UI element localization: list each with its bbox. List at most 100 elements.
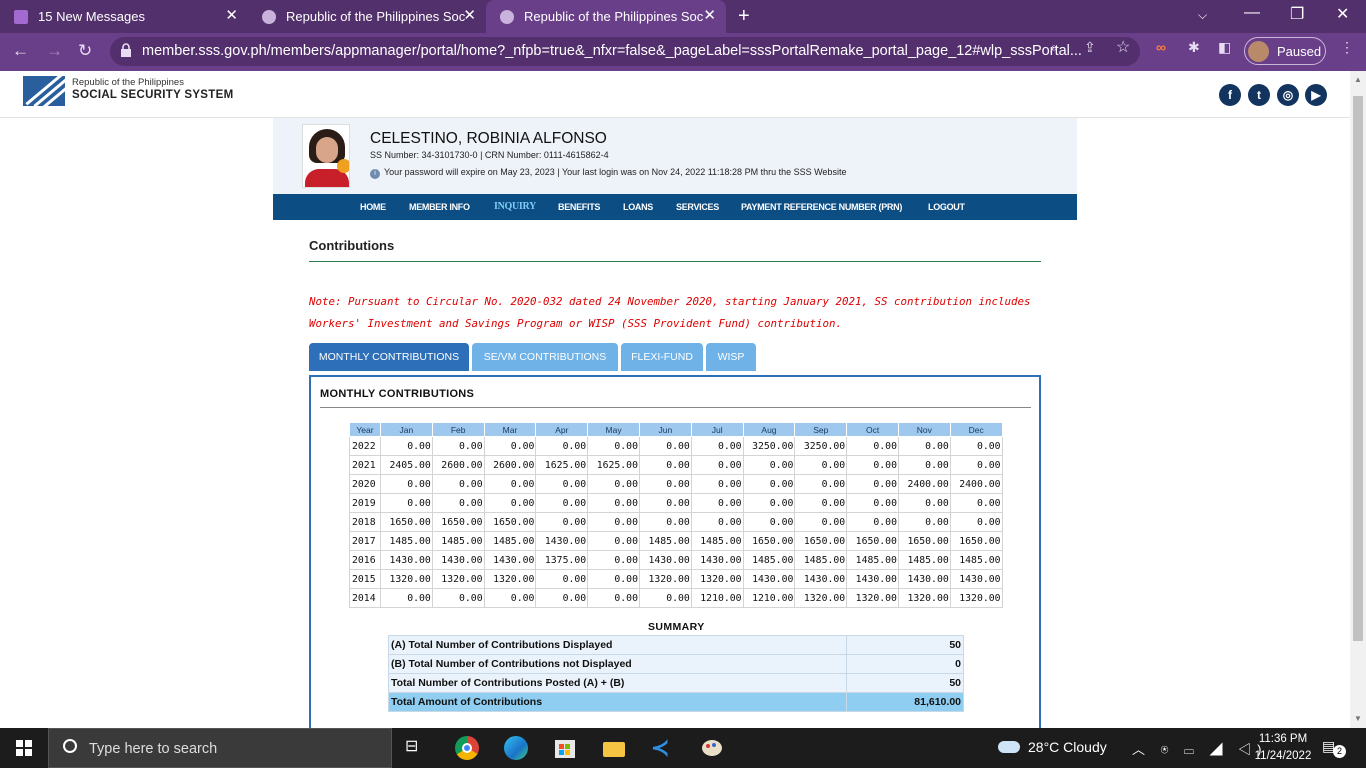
menu-services[interactable]: SERVICES	[676, 202, 719, 212]
browser-tab[interactable]: Republic of the Philippines Social ✕	[248, 0, 486, 33]
clock-time: 11:36 PM	[1258, 733, 1308, 745]
zoom-icon[interactable]: ⌕	[1050, 39, 1058, 56]
file-explorer-icon[interactable]	[602, 736, 626, 760]
youtube-icon[interactable]: ▶	[1305, 84, 1327, 106]
member-numbers: SS Number: 34-3101730-0 | CRN Number: 01…	[370, 150, 609, 160]
profile-button[interactable]: Paused	[1244, 37, 1326, 65]
amount-cell: 1485.00	[846, 550, 899, 570]
restore-icon[interactable]: ❐	[1290, 4, 1304, 24]
menu-prn[interactable]: PAYMENT REFERENCE NUMBER (PRN)	[741, 202, 902, 212]
amount-cell: 0.00	[846, 512, 899, 532]
amount-cell: 0.00	[380, 436, 433, 456]
close-tab-icon[interactable]: ✕	[703, 8, 716, 24]
tab-monthly-contributions[interactable]: MONTHLY CONTRIBUTIONS	[309, 343, 469, 371]
site-header: Republic of the Philippines SOCIAL SECUR…	[0, 71, 1350, 118]
store-icon[interactable]	[553, 736, 577, 760]
menu-loans[interactable]: LOANS	[623, 202, 653, 212]
amount-cell: 1430.00	[535, 531, 589, 551]
scroll-down-icon[interactable]: ▼	[1354, 714, 1362, 723]
bookmark-star-icon[interactable]: ☆	[1116, 37, 1130, 57]
address-bar[interactable]: member.sss.gov.ph/members/appmanager/por…	[110, 37, 1140, 66]
menu-kebab-icon[interactable]: ⋮	[1340, 39, 1354, 56]
amount-cell: 0.00	[897, 455, 951, 475]
column-header: Jan	[380, 422, 433, 437]
menu-benefits[interactable]: BENEFITS	[558, 202, 600, 212]
taskbar-clock[interactable]: 11:36 PM 11/24/2022	[1248, 731, 1318, 765]
tab-wisp[interactable]: WISP	[706, 343, 756, 371]
column-header: Feb	[431, 422, 485, 437]
notification-icon[interactable]: ▤ 2	[1322, 738, 1346, 758]
chrome-icon[interactable]	[455, 736, 479, 760]
year-cell: 2015	[349, 569, 381, 589]
amount-cell: 1485.00	[949, 550, 1003, 570]
amount-cell: 0.00	[431, 474, 485, 494]
share-icon[interactable]: ⇪	[1084, 39, 1096, 56]
scrollbar-thumb[interactable]	[1353, 96, 1363, 641]
vscode-icon[interactable]: ≺	[651, 736, 675, 760]
instagram-icon[interactable]: ◎	[1277, 84, 1299, 106]
windows-taskbar: Type here to search ⊟ ≺ 28°C Cloudy ︿ ⍟ …	[0, 728, 1366, 768]
amount-cell: 0.00	[794, 455, 848, 475]
tab-se-vm-contributions[interactable]: SE/VM CONTRIBUTIONS	[472, 343, 618, 371]
amount-cell: 1625.00	[535, 455, 589, 475]
amount-cell: 0.00	[587, 474, 640, 494]
back-arrow-icon[interactable]: ←	[12, 41, 29, 61]
amount-cell: 2600.00	[483, 455, 537, 475]
amount-cell: 1320.00	[690, 569, 744, 589]
column-header: Aug	[742, 422, 796, 437]
wisp-note: Note: Pursuant to Circular No. 2020-032 …	[309, 295, 1031, 330]
minimize-icon[interactable]: —	[1244, 4, 1260, 22]
amount-cell: 0.00	[742, 455, 796, 475]
browser-tab[interactable]: 15 New Messages ✕	[0, 0, 248, 33]
amount-cell: 1650.00	[431, 512, 485, 532]
year-cell: 2019	[349, 493, 381, 513]
tab-flexi-fund[interactable]: FLEXI-FUND	[621, 343, 703, 371]
new-tab-plus-icon[interactable]: +	[738, 5, 750, 28]
amount-cell: 0.00	[587, 512, 640, 532]
window-close-icon[interactable]: ✕	[1336, 4, 1349, 24]
twitter-icon[interactable]: t	[1248, 84, 1270, 106]
summary-table: (A) Total Number of Contributions Displa…	[388, 635, 964, 712]
amount-cell: 0.00	[846, 474, 899, 494]
table-row: 2021 2405.00 2600.00 2600.00 1625.00 1625.00 0…	[349, 455, 1003, 475]
summary-label: Total Amount of Contributions	[388, 692, 847, 712]
amount-cell: 0.00	[897, 493, 951, 513]
summary-row: (B) Total Number of Contributions not Di…	[388, 654, 964, 674]
amount-cell: 1430.00	[431, 550, 485, 570]
extension-icon[interactable]: ∞	[1156, 39, 1166, 55]
facebook-icon[interactable]: f	[1219, 84, 1241, 106]
amount-cell: 1650.00	[742, 531, 796, 551]
paint-icon[interactable]	[700, 736, 724, 760]
close-tab-icon[interactable]: ✕	[463, 8, 476, 24]
amount-cell: 1485.00	[483, 531, 537, 551]
forward-arrow-icon[interactable]: →	[46, 41, 63, 61]
menu-home[interactable]: HOME	[360, 202, 386, 212]
task-view-icon[interactable]: ⊟	[405, 736, 429, 760]
scroll-up-icon[interactable]: ▲	[1354, 75, 1362, 84]
amount-cell: 3250.00	[794, 436, 848, 456]
amount-cell: 1320.00	[794, 588, 848, 608]
edge-icon[interactable]	[504, 736, 528, 760]
amount-cell: 2600.00	[431, 455, 485, 475]
member-photo	[302, 124, 350, 188]
url-text: member.sss.gov.ph/members/appmanager/por…	[142, 43, 1082, 59]
badge-icon	[337, 159, 349, 173]
taskbar-search[interactable]: Type here to search	[48, 728, 392, 768]
menu-logout[interactable]: LOGOUT	[928, 202, 965, 212]
menu-inquiry[interactable]: INQUIRY	[494, 201, 536, 212]
side-panel-icon[interactable]: ◧	[1218, 39, 1231, 56]
menu-member-info[interactable]: MEMBER INFO	[409, 202, 470, 212]
reload-icon[interactable]: ↻	[78, 41, 92, 61]
puzzle-extensions-icon[interactable]: ✱	[1188, 39, 1200, 56]
close-tab-icon[interactable]: ✕	[225, 8, 238, 24]
sss-logo[interactable]	[23, 73, 79, 110]
amount-cell: 0.00	[483, 588, 537, 608]
weather-widget[interactable]: 28°C Cloudy	[998, 739, 1107, 755]
page-scrollbar[interactable]: ▲ ▼	[1350, 71, 1366, 728]
browser-tab-active[interactable]: Republic of the Philippines Social ✕	[486, 0, 726, 33]
windows-start-icon[interactable]	[16, 740, 32, 756]
summary-row: Total Number of Contributions Posted (A)…	[388, 673, 964, 693]
year-cell: 2014	[349, 588, 381, 608]
amount-cell: 2400.00	[897, 474, 951, 494]
tab-search-chevron-icon[interactable]: ⌵	[1198, 8, 1207, 23]
